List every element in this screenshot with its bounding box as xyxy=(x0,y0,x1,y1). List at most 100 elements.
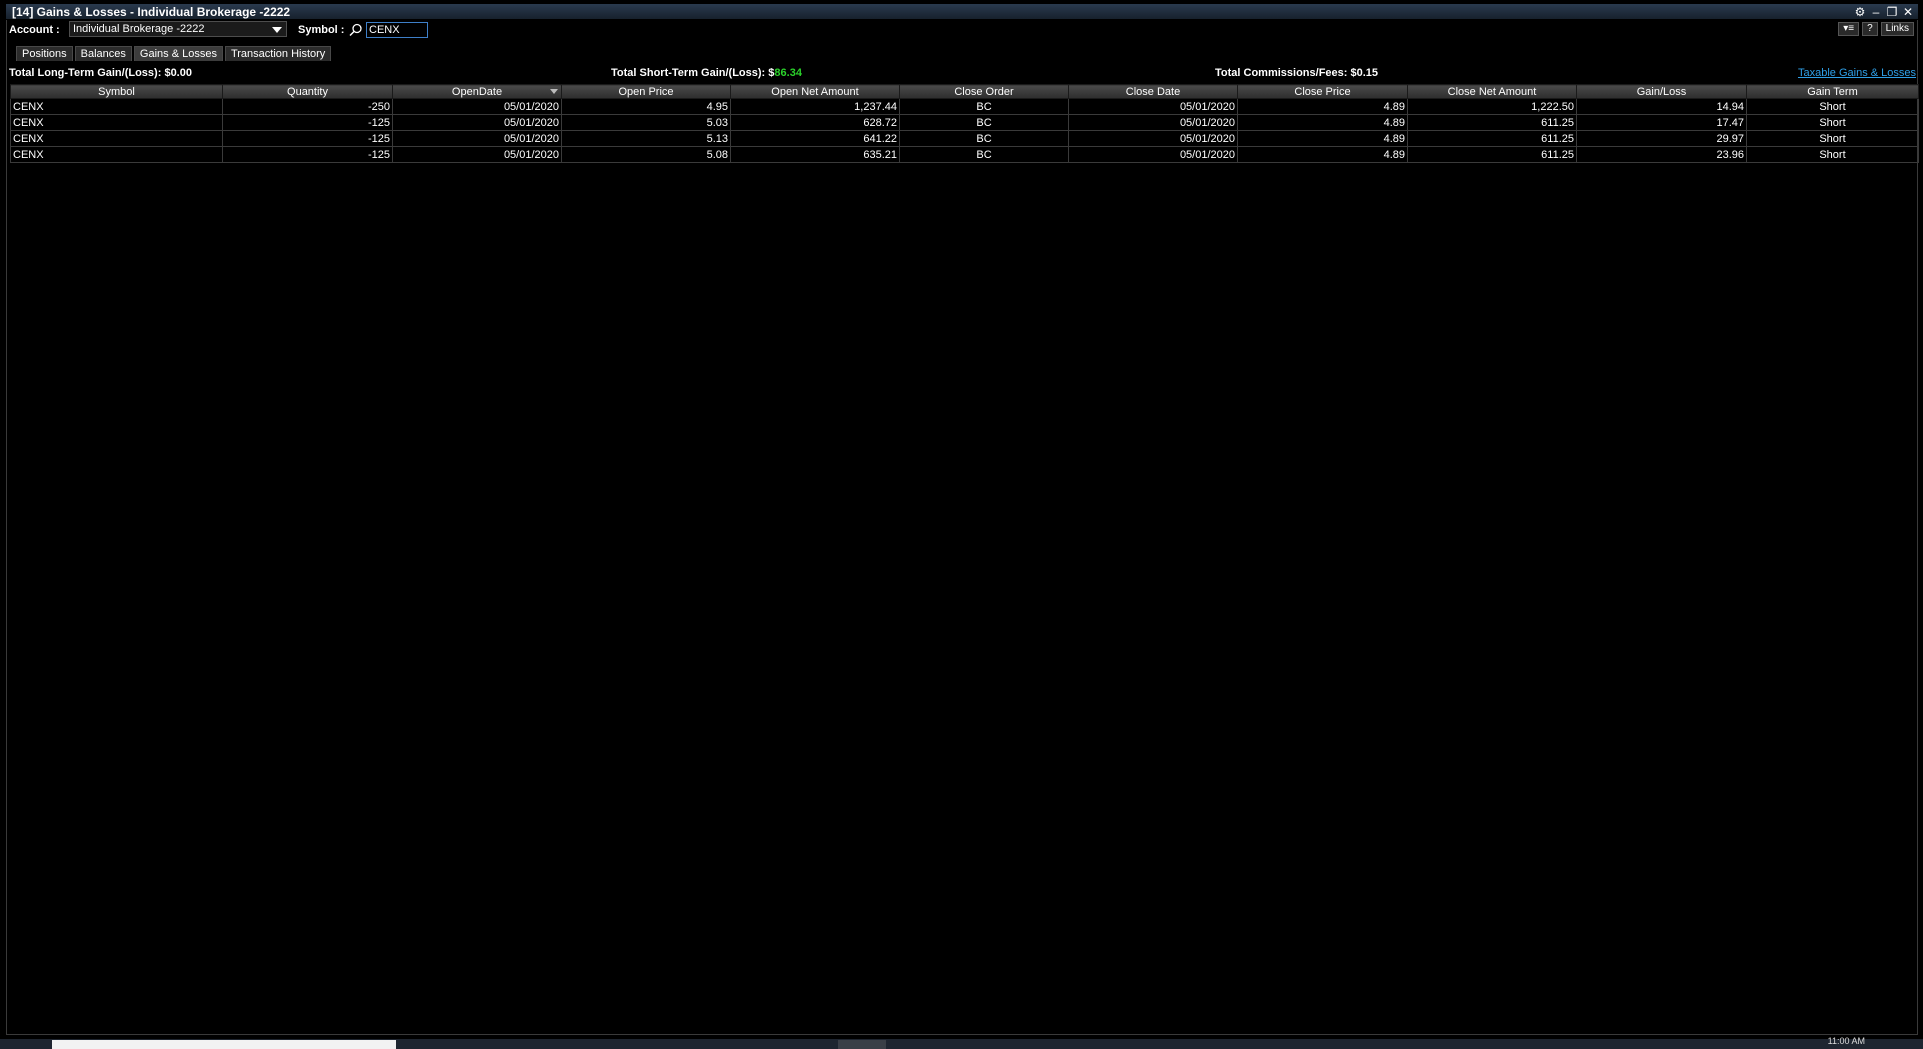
cell-close-net-amount: 611.25 xyxy=(1407,130,1577,147)
column-header-open-date[interactable]: OpenDate xyxy=(392,84,562,99)
taskbar-app-button[interactable] xyxy=(52,1040,396,1049)
tab-gains-losses[interactable]: Gains & Losses xyxy=(133,46,223,61)
cell-open-price: 5.13 xyxy=(561,130,731,147)
title-bar[interactable]: [14] Gains & Losses - Individual Brokera… xyxy=(6,4,1918,20)
cell-open-price: 5.08 xyxy=(561,146,731,163)
cell-quantity: -250 xyxy=(222,98,393,115)
window-controls: ⚙ – ❐ ✕ xyxy=(1854,4,1914,20)
cell-gain-term: Short xyxy=(1746,146,1919,163)
cell-gain-term: Short xyxy=(1746,114,1919,131)
settings-gear-icon[interactable]: ⚙ xyxy=(1854,5,1866,19)
symbol-input[interactable]: CENX xyxy=(366,22,428,38)
cell-open-net-amount: 635.21 xyxy=(730,146,900,163)
minimize-icon[interactable]: – xyxy=(1870,5,1882,19)
tab-positions[interactable]: Positions xyxy=(16,46,73,61)
cell-gain-loss: 23.96 xyxy=(1576,146,1747,163)
cell-close-date: 05/01/2020 xyxy=(1068,98,1238,115)
column-header-close-price[interactable]: Close Price xyxy=(1237,84,1408,99)
cell-symbol: CENX xyxy=(10,146,223,163)
column-header-gain-term[interactable]: Gain Term xyxy=(1746,84,1919,99)
column-header-quantity[interactable]: Quantity xyxy=(222,84,393,99)
cell-gain-loss: 14.94 xyxy=(1576,98,1747,115)
short-term-total: Total Short-Term Gain/(Loss): $86.34 xyxy=(611,67,802,79)
menu-button[interactable]: ▾≡ xyxy=(1838,22,1860,36)
cell-symbol: CENX xyxy=(10,130,223,147)
cell-close-price: 4.89 xyxy=(1237,130,1408,147)
cell-gain-term: Short xyxy=(1746,98,1919,115)
tab-transaction-history[interactable]: Transaction History xyxy=(224,46,332,61)
taskbar: 11:00 AM xyxy=(0,1036,1923,1049)
account-tabs: Positions Balances Gains & Losses Transa… xyxy=(16,46,332,61)
column-header-symbol[interactable]: Symbol xyxy=(10,84,223,99)
cell-gain-loss: 17.47 xyxy=(1576,114,1747,131)
cell-close-price: 4.89 xyxy=(1237,146,1408,163)
cell-symbol: CENX xyxy=(10,114,223,131)
tab-balances[interactable]: Balances xyxy=(74,46,132,61)
commissions-total: Total Commissions/Fees: $0.15 xyxy=(1215,67,1378,79)
cell-gain-term: Short xyxy=(1746,130,1919,147)
cell-close-date: 05/01/2020 xyxy=(1068,146,1238,163)
table-row[interactable]: CENX -125 05/01/2020 5.03 628.72 BC 05/0… xyxy=(10,114,1919,131)
taxable-gains-losses-link[interactable]: Taxable Gains & Losses xyxy=(1798,67,1916,79)
cell-close-order: BC xyxy=(899,130,1069,147)
cell-close-net-amount: 1,222.50 xyxy=(1407,98,1577,115)
cell-open-date: 05/01/2020 xyxy=(392,130,562,147)
account-toolbar: Account : Individual Brokerage -2222 Sym… xyxy=(6,21,1918,41)
table-row[interactable]: CENX -125 05/01/2020 5.08 635.21 BC 05/0… xyxy=(10,146,1919,163)
cell-open-price: 5.03 xyxy=(561,114,731,131)
search-icon[interactable] xyxy=(349,23,363,37)
cell-gain-loss: 29.97 xyxy=(1576,130,1747,147)
account-label: Account : xyxy=(9,24,60,36)
totals-bar: Total Long-Term Gain/(Loss): $0.00 Total… xyxy=(6,66,1918,82)
cell-open-date: 05/01/2020 xyxy=(392,114,562,131)
symbol-label: Symbol : xyxy=(298,24,345,36)
cell-symbol: CENX xyxy=(10,98,223,115)
open-date-header-label: OpenDate xyxy=(451,85,503,98)
cell-quantity: -125 xyxy=(222,114,393,131)
commissions-label: Total Commissions/Fees: xyxy=(1215,67,1348,79)
restore-icon[interactable]: ❐ xyxy=(1886,5,1898,19)
column-header-close-order[interactable]: Close Order xyxy=(899,84,1069,99)
chevron-down-icon xyxy=(272,27,282,33)
cell-open-net-amount: 628.72 xyxy=(730,114,900,131)
column-header-open-net-amount[interactable]: Open Net Amount xyxy=(730,84,900,99)
cell-close-price: 4.89 xyxy=(1237,98,1408,115)
cell-open-date: 05/01/2020 xyxy=(392,98,562,115)
cell-open-net-amount: 641.22 xyxy=(730,130,900,147)
table-row[interactable]: CENX -125 05/01/2020 5.13 641.22 BC 05/0… xyxy=(10,130,1919,147)
account-dropdown-value: Individual Brokerage -2222 xyxy=(73,23,205,35)
short-term-label: Total Short-Term Gain/(Loss): xyxy=(611,67,766,79)
cell-close-order: BC xyxy=(899,98,1069,115)
cell-close-order: BC xyxy=(899,146,1069,163)
gains-losses-table: Symbol Quantity OpenDate Open Price Open… xyxy=(10,84,1919,163)
column-header-close-date[interactable]: Close Date xyxy=(1068,84,1238,99)
cell-quantity: -125 xyxy=(222,130,393,147)
column-header-gain-loss[interactable]: Gain/Loss xyxy=(1576,84,1747,99)
taskbar-active-button[interactable] xyxy=(838,1040,886,1049)
links-button[interactable]: Links xyxy=(1880,22,1914,36)
column-header-close-net-amount[interactable]: Close Net Amount xyxy=(1407,84,1577,99)
help-button[interactable]: ? xyxy=(1862,22,1878,36)
toolbar-right-buttons: ▾≡ ? Links xyxy=(1838,22,1914,36)
menu-icon: ▾≡ xyxy=(1843,23,1855,34)
commissions-value: 0.15 xyxy=(1356,67,1379,79)
cell-close-order: BC xyxy=(899,114,1069,131)
cell-close-price: 4.89 xyxy=(1237,114,1408,131)
close-icon[interactable]: ✕ xyxy=(1902,5,1914,19)
table-row[interactable]: CENX -250 05/01/2020 4.95 1,237.44 BC 05… xyxy=(10,98,1919,115)
cell-close-net-amount: 611.25 xyxy=(1407,146,1577,163)
cell-quantity: -125 xyxy=(222,146,393,163)
table-header-row: Symbol Quantity OpenDate Open Price Open… xyxy=(10,84,1919,99)
long-term-label: Total Long-Term Gain/(Loss): xyxy=(9,67,162,79)
column-header-open-price[interactable]: Open Price xyxy=(561,84,731,99)
window-title: [14] Gains & Losses - Individual Brokera… xyxy=(12,5,291,19)
account-dropdown[interactable]: Individual Brokerage -2222 xyxy=(69,21,287,37)
cell-close-net-amount: 611.25 xyxy=(1407,114,1577,131)
sort-descending-icon xyxy=(550,89,558,94)
cell-open-price: 4.95 xyxy=(561,98,731,115)
short-term-value: 86.34 xyxy=(774,67,802,79)
cell-open-date: 05/01/2020 xyxy=(392,146,562,163)
taskbar-clock: 11:00 AM xyxy=(1827,1036,1865,1046)
cell-close-date: 05/01/2020 xyxy=(1068,130,1238,147)
cell-open-net-amount: 1,237.44 xyxy=(730,98,900,115)
